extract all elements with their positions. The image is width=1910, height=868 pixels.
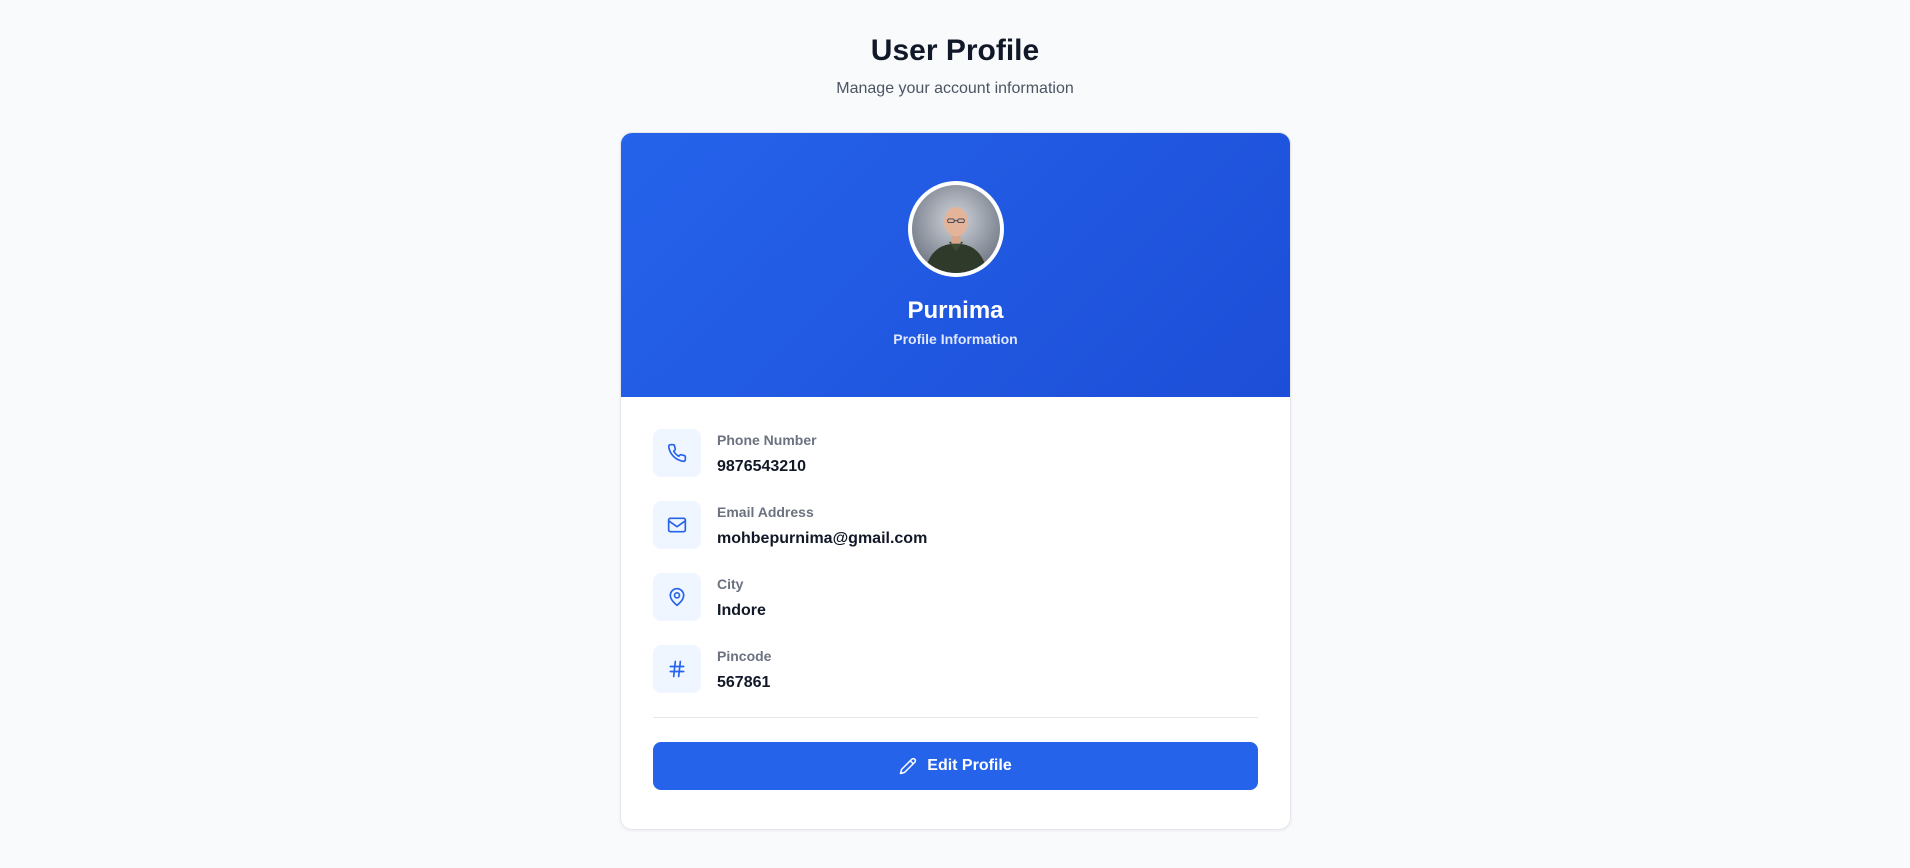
info-row-city: City Indore <box>653 573 1258 621</box>
info-row-pincode: Pincode 567861 <box>653 645 1258 693</box>
profile-caption: Profile Information <box>893 331 1018 347</box>
user-avatar-photo <box>911 185 1000 273</box>
profile-page: User Profile Manage your account informa… <box>0 0 1910 868</box>
page-header: User Profile Manage your account informa… <box>0 0 1910 100</box>
phone-icon <box>653 429 701 477</box>
email-label: Email Address <box>717 504 814 520</box>
info-text-phone: Phone Number 9876543210 <box>717 429 817 478</box>
pincode-label: Pincode <box>717 648 772 664</box>
edit-profile-button[interactable]: Edit Profile <box>653 742 1258 790</box>
pincode-value: 567861 <box>717 674 771 691</box>
phone-value: 9876543210 <box>717 458 806 475</box>
avatar <box>907 181 1004 277</box>
mail-icon <box>653 501 701 549</box>
divider <box>653 717 1258 718</box>
page-subtitle: Manage your account information <box>836 80 1074 97</box>
map-pin-icon <box>653 573 701 621</box>
info-text-pincode: Pincode 567861 <box>717 645 771 694</box>
profile-card: Purnima Profile Information Phone Number… <box>620 132 1291 830</box>
profile-hero: Purnima Profile Information <box>621 133 1290 397</box>
email-value: mohbepurnima@gmail.com <box>717 530 928 547</box>
info-row-email: Email Address mohbepurnima@gmail.com <box>653 501 1258 549</box>
page-title: User Profile <box>870 34 1040 67</box>
city-value: Indore <box>717 602 766 619</box>
pencil-icon <box>899 757 917 775</box>
phone-label: Phone Number <box>717 432 817 448</box>
hash-icon <box>653 645 701 693</box>
info-row-phone: Phone Number 9876543210 <box>653 429 1258 477</box>
profile-name: Purnima <box>907 297 1004 324</box>
info-text-city: City Indore <box>717 573 766 622</box>
edit-profile-label: Edit Profile <box>927 757 1012 774</box>
info-text-email: Email Address mohbepurnima@gmail.com <box>717 501 927 550</box>
city-label: City <box>717 576 744 592</box>
profile-details: Phone Number 9876543210 Email Address mo… <box>621 397 1290 790</box>
